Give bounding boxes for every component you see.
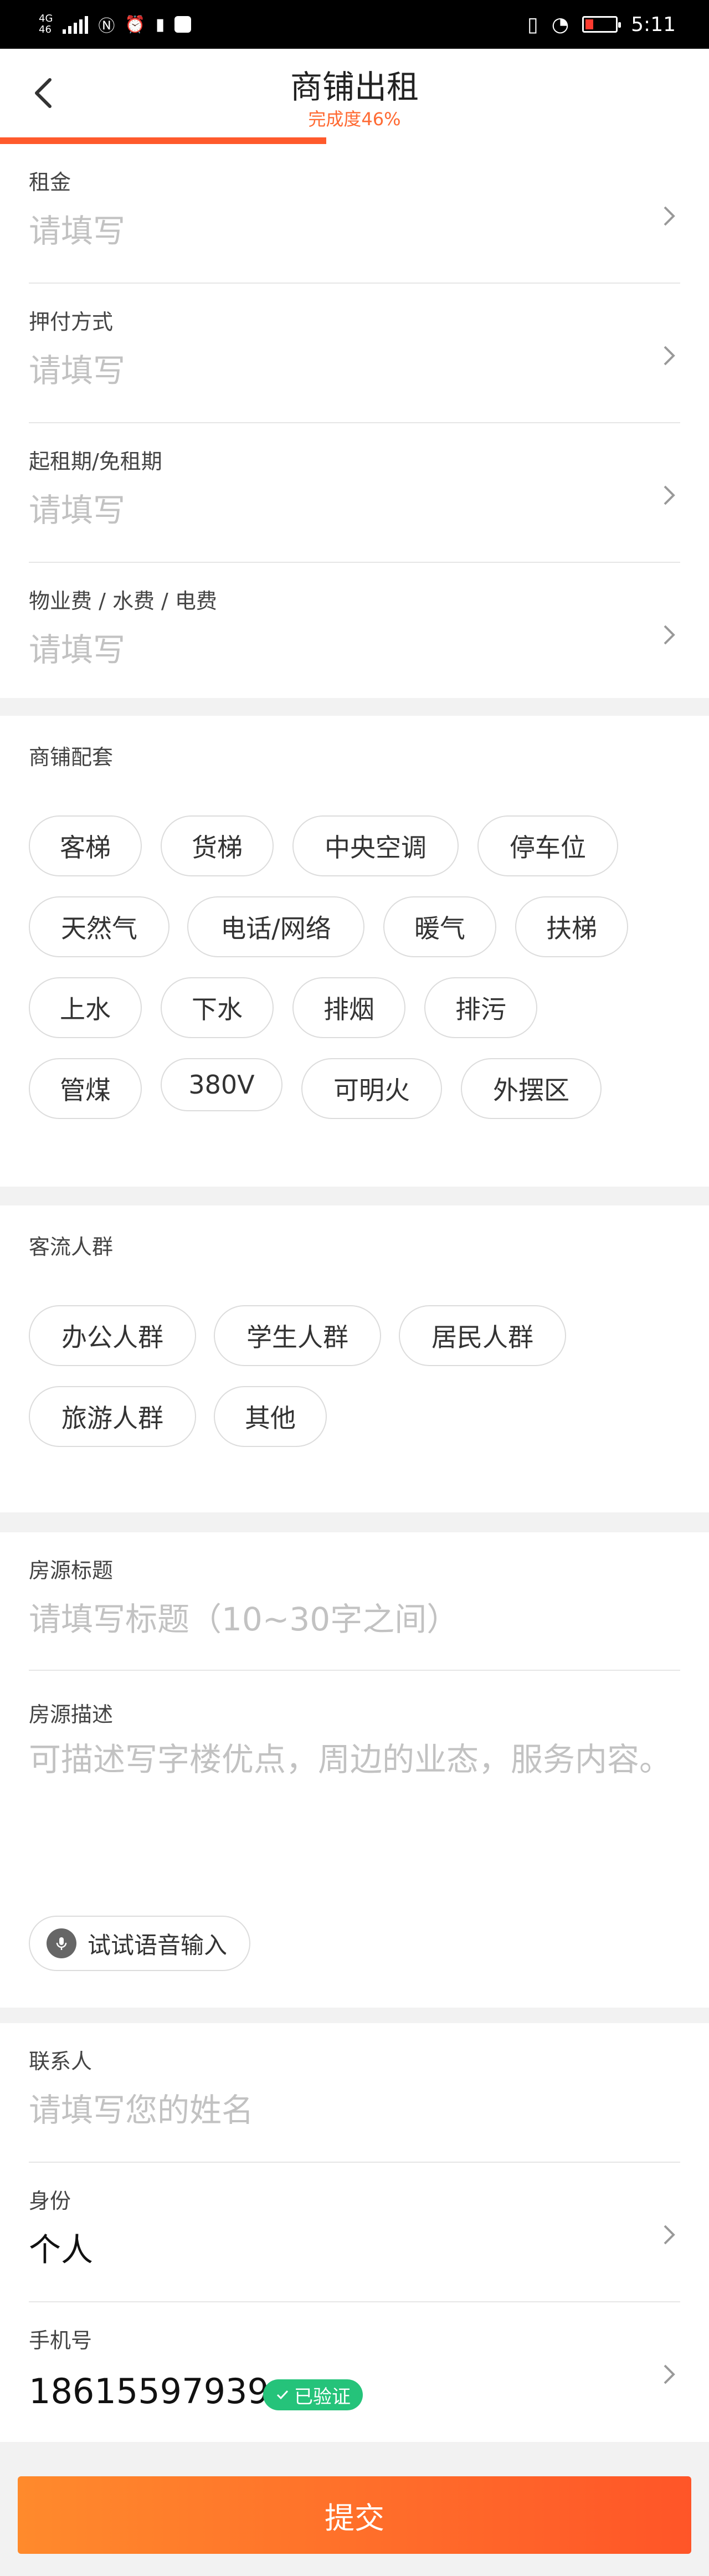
check-icon: [276, 2390, 289, 2400]
chevron-right-icon: [664, 625, 675, 645]
network-type-bottom: 46: [39, 24, 52, 35]
rent-placeholder: 请填写: [29, 212, 126, 250]
rent-field[interactable]: 租金 请填写: [29, 144, 680, 284]
rent-label: 租金: [29, 170, 71, 194]
microphone-icon: [47, 1928, 76, 1958]
verified-badge: 已验证: [263, 2379, 363, 2410]
amenity-chip[interactable]: 外摆区: [461, 1058, 602, 1119]
amenity-chip[interactable]: 排污: [424, 977, 537, 1038]
customer-chip[interactable]: 旅游人群: [29, 1386, 196, 1447]
status-left: 4G 46 Ⓝ ⏰ ▮: [39, 11, 192, 38]
clipboard-icon: ▮: [155, 14, 165, 34]
speedometer-icon: ◔: [551, 13, 569, 36]
listing-desc-label: 房源描述: [29, 1702, 114, 1727]
identity-field[interactable]: 身份 个人: [29, 2163, 680, 2302]
amenity-chip[interactable]: 电话/网络: [187, 896, 364, 957]
status-right: ▯ ◔ 5:11: [527, 11, 676, 38]
clock: 5:11: [631, 13, 676, 36]
submit-button[interactable]: 提交: [18, 2476, 691, 2554]
chevron-right-icon: [664, 485, 675, 505]
completion-progress-fill: [0, 137, 326, 144]
fees-field[interactable]: 物业费 / 水费 / 电费 请填写: [29, 563, 680, 702]
customer-flow-section: 客流人群 办公人群 学生人群 居民人群 旅游人群 其他: [0, 1205, 709, 1512]
amenity-chip[interactable]: 排烟: [292, 977, 405, 1038]
identity-value: 个人: [29, 2231, 94, 2269]
amenity-chip[interactable]: 管煤: [29, 1058, 142, 1119]
amenities-title: 商铺配套: [29, 745, 114, 769]
listing-desc-input[interactable]: 可描述写字楼优点，周边的业态，服务内容。: [29, 1733, 680, 1786]
completion-progress-bar: [0, 137, 709, 144]
chevron-right-icon: [664, 206, 675, 226]
amenity-chip[interactable]: 货梯: [161, 815, 274, 876]
network-type: 4G 46: [39, 13, 53, 35]
amenity-chip[interactable]: 可明火: [301, 1058, 442, 1119]
amenity-chip[interactable]: 停车位: [477, 815, 618, 876]
lease-period-field[interactable]: 起租期/免租期 请填写: [29, 423, 680, 563]
payment-method-field[interactable]: 押付方式 请填写: [29, 284, 680, 423]
listing-title-placeholder: 请填写标题（10~30字之间）: [29, 1600, 459, 1638]
phone-label: 手机号: [29, 2328, 93, 2353]
payment-method-label: 押付方式: [29, 310, 114, 334]
voice-input-button[interactable]: 试试语音输入: [29, 1916, 250, 1971]
fees-placeholder: 请填写: [29, 631, 126, 669]
page-title: 商铺出租: [290, 68, 419, 106]
customer-chip[interactable]: 办公人群: [29, 1305, 196, 1366]
fees-label: 物业费 / 水费 / 电费: [29, 589, 217, 613]
amenity-chip[interactable]: 中央空调: [292, 815, 459, 876]
status-bar: 4G 46 Ⓝ ⏰ ▮ ▯ ◔ 5:11: [0, 0, 709, 49]
amenity-chip[interactable]: 上水: [29, 977, 142, 1038]
basic-info-section: 租金 请填写 押付方式 请填写 起租期/免租期 请填写 物业费 / 水费 / 电…: [0, 144, 709, 698]
payment-method-placeholder: 请填写: [29, 352, 126, 389]
phone-value: 18615597939: [29, 2371, 269, 2411]
nav-bar: 商铺出租 完成度46%: [0, 49, 709, 144]
chevron-right-icon: [664, 346, 675, 366]
contact-name-label: 联系人: [29, 2049, 93, 2074]
customer-chip[interactable]: 学生人群: [214, 1305, 381, 1366]
amenity-chip[interactable]: 客梯: [29, 815, 142, 876]
lease-period-label: 起租期/免租期: [29, 449, 162, 474]
amenity-chip[interactable]: 天然气: [29, 896, 169, 957]
signal-icon: [63, 15, 89, 34]
identity-label: 身份: [29, 2189, 71, 2213]
network-type-top: 4G: [39, 13, 53, 24]
voice-input-label: 试试语音输入: [88, 1931, 228, 1959]
chevron-right-icon: [664, 2364, 675, 2384]
vibrate-icon: ▯: [527, 13, 538, 36]
amenities-section: 商铺配套 客梯 货梯 中央空调 停车位 天然气 电话/网络 暖气 扶梯 上水 下…: [0, 716, 709, 1187]
contact-name-field[interactable]: 联系人 请填写您的姓名: [29, 2023, 680, 2163]
listing-title-field[interactable]: 房源标题 请填写标题（10~30字之间）: [29, 1532, 680, 1671]
chevron-right-icon: [664, 2225, 675, 2245]
alarm-icon: ⏰: [125, 14, 146, 34]
amenity-chip[interactable]: 380V: [161, 1058, 282, 1111]
amenity-chip[interactable]: 下水: [161, 977, 274, 1038]
customer-chip[interactable]: 其他: [214, 1386, 327, 1447]
nfc-icon: Ⓝ: [98, 17, 115, 36]
app-notification-icon: [174, 16, 192, 33]
verified-label: 已验证: [294, 2385, 351, 2408]
amenity-chip[interactable]: 暖气: [383, 896, 496, 957]
completion-text: 完成度46%: [308, 109, 401, 130]
listing-title-label: 房源标题: [29, 1558, 114, 1583]
amenity-chip[interactable]: 扶梯: [515, 896, 628, 957]
battery-icon: [582, 16, 621, 33]
customer-chip[interactable]: 居民人群: [399, 1305, 566, 1366]
customer-flow-title: 客流人群: [29, 1235, 114, 1259]
contact-name-placeholder: 请填写您的姓名: [29, 2091, 254, 2129]
lease-period-placeholder: 请填写: [29, 491, 126, 529]
